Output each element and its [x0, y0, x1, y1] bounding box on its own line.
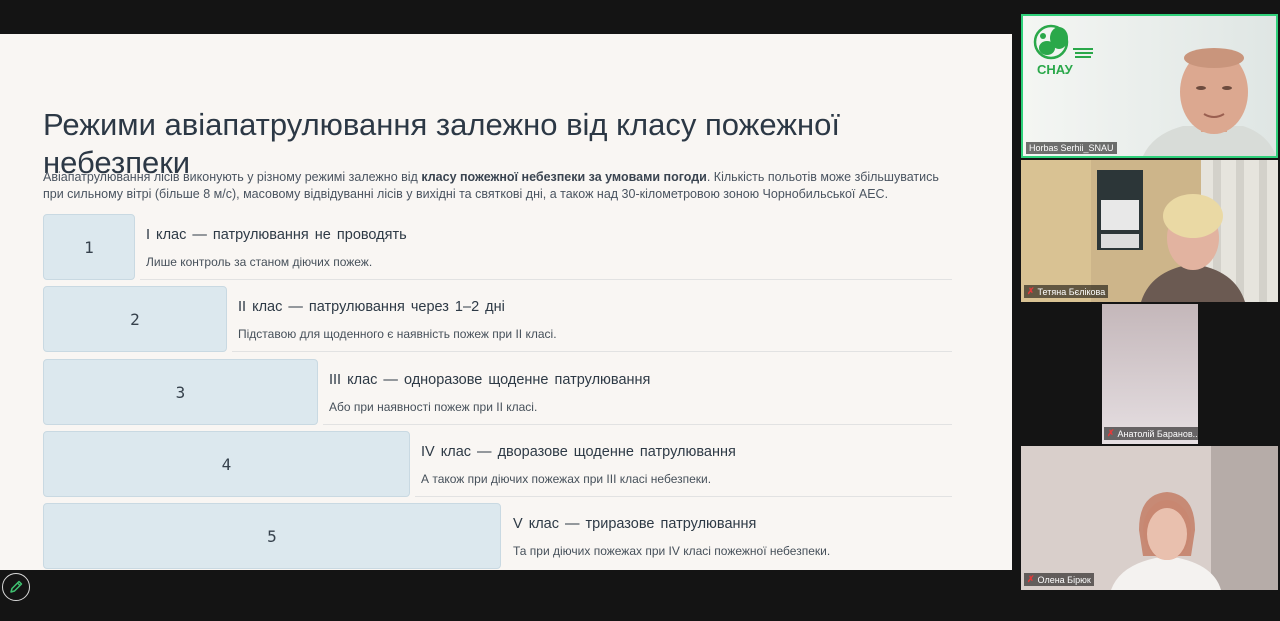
university-logo-text: СНАУ — [1037, 62, 1073, 77]
class-number-box: 4 — [43, 431, 410, 497]
class-row-subtitle: Лише контроль за станом діючих пожеж. — [146, 255, 373, 269]
intro-text-start: Авіапатрулювання лісів виконують у різно… — [43, 170, 422, 184]
class-row-subtitle: А також при діючих пожежах при ІІІ класі… — [421, 472, 712, 486]
row-divider — [415, 496, 952, 497]
participant-video — [1102, 304, 1198, 444]
participant-name: Horbas Serhii_SNAU — [1029, 143, 1114, 153]
participant-tile[interactable]: ✗ Анатолій Баранов... — [1102, 304, 1198, 444]
class-row-title: IV клас — дворазове щоденне патрулювання — [421, 444, 736, 460]
participant-tile-speaker[interactable]: СНАУ Horbas Serhii_SNAU — [1021, 14, 1278, 158]
participant-name-tag: Horbas Serhii_SNAU — [1026, 142, 1117, 154]
mic-muted-icon: ✗ — [1107, 428, 1115, 438]
participant-video — [1021, 160, 1278, 302]
participant-name-tag: ✗ Тетяна Бєлікова — [1024, 285, 1109, 298]
class-row-title: ІІ клас — патрулювання через 1–2 дні — [238, 299, 505, 315]
annotate-button[interactable] — [2, 573, 30, 601]
class-row-subtitle: Або при наявності пожеж при ІІ класі. — [329, 400, 538, 414]
row-divider — [140, 279, 952, 280]
class-row-title: І клас — патрулювання не проводять — [146, 227, 407, 243]
participant-tile[interactable]: ✗ Олена Бірюк — [1021, 446, 1278, 590]
class-row-subtitle: Підставою для щоденного є наявність поже… — [238, 327, 557, 341]
pencil-icon — [10, 580, 23, 593]
mic-muted-icon: ✗ — [1027, 574, 1035, 584]
participant-tile[interactable]: ✗ Тетяна Бєлікова — [1021, 160, 1278, 302]
class-number-box: 3 — [43, 359, 318, 425]
class-row-title: ІІІ клас — одноразове щоденне патрулюван… — [329, 372, 651, 388]
row-divider — [323, 424, 952, 425]
class-number-box: 1 — [43, 214, 135, 280]
participant-name: Олена Бірюк — [1037, 574, 1091, 585]
participant-name: Анатолій Баранов... — [1117, 428, 1198, 439]
participant-name-tag: ✗ Олена Бірюк — [1024, 573, 1094, 586]
intro-text-bold: класу пожежної небезпеки за умовами пого… — [421, 170, 707, 184]
participant-name-tag: ✗ Анатолій Баранов... — [1104, 427, 1198, 440]
class-row-subtitle: Та при діючих пожежах при IV класі пожеж… — [513, 544, 831, 558]
mic-muted-icon: ✗ — [1027, 286, 1035, 296]
shared-slide: Режими авіапатрулювання залежно від клас… — [0, 34, 1012, 570]
participant-video — [1021, 446, 1278, 590]
class-row-title: V клас — триразове патрулювання — [513, 516, 757, 532]
class-number-box: 2 — [43, 286, 227, 352]
class-number-box: 5 — [43, 503, 501, 569]
slide-intro: Авіапатрулювання лісів виконують у різно… — [43, 169, 943, 203]
row-divider — [232, 351, 952, 352]
university-logo-icon — [1033, 24, 1093, 60]
participant-name: Тетяна Бєлікова — [1037, 286, 1106, 297]
